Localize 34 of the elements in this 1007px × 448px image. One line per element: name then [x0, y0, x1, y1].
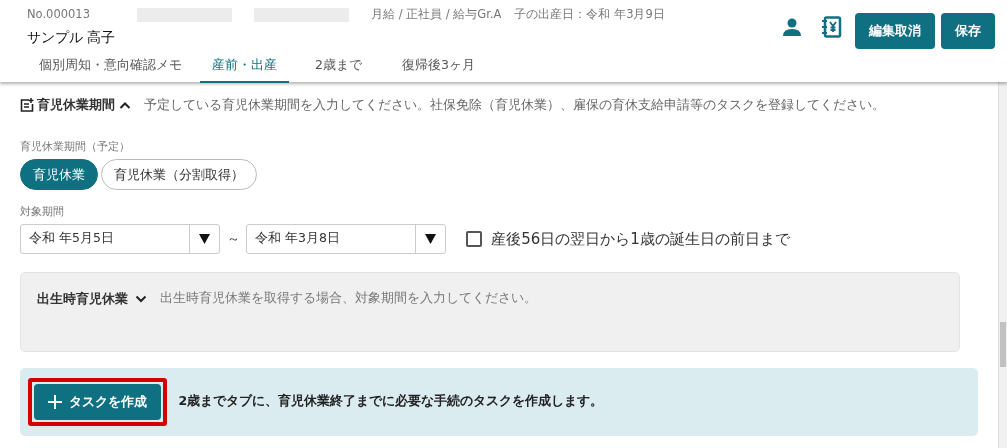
plus-icon — [48, 394, 62, 409]
birth-date: 子の出産日：令和 年3月9日 — [514, 6, 665, 23]
add-note-icon — [20, 98, 34, 112]
checkbox-label: 産後56日の翌日から1歳の誕生日の前日まで — [491, 228, 790, 250]
person-icon[interactable] — [782, 17, 802, 36]
employee-number: No.000013 — [27, 6, 91, 23]
tab[interactable]: 2歳まで — [303, 50, 374, 83]
caret-icon — [199, 233, 210, 244]
section-title: 出生時育児休業 — [37, 289, 128, 308]
chevron-down-icon[interactable] — [134, 294, 147, 303]
header-button[interactable]: 保存 — [941, 12, 995, 49]
field-label: 対象期間 — [20, 204, 65, 220]
tab[interactable]: 復帰後3ヶ月 — [389, 50, 487, 83]
date-select[interactable]: 令和 年5月5日 — [20, 223, 220, 254]
toggle-pill[interactable]: 育児休業（分割取得） — [101, 158, 258, 190]
checkbox[interactable] — [465, 230, 482, 247]
create-task-button[interactable]: タスクを作成 — [34, 384, 161, 420]
scrollbar-thumb — [1000, 322, 1006, 367]
section-description: 出生時育児休業を取得する場合、対象期間を入力してください。 — [159, 289, 537, 308]
caret-icon — [425, 233, 436, 244]
tilde-separator: ～ — [226, 230, 240, 248]
section-title: 育児休業期間 — [37, 96, 116, 115]
header-button[interactable]: 編集取消 — [854, 12, 935, 49]
section-description: 予定している育児休業期間を入力してください。社保免除（育児休業）、雇保の育休支給申請等のタスクを登録してください。 — [143, 95, 885, 114]
field-label: 育児休業期間（予定） — [20, 138, 131, 155]
employment-info: 月給 / 正社員 / 給与Gr.A — [371, 6, 502, 23]
employee-name: サンプル 高子 — [27, 27, 117, 47]
info-message: 2歳までタブに、育児休業終了までに必要な手続のタスクを作成します。 — [178, 392, 604, 411]
yen-notebook-icon[interactable] — [821, 15, 842, 38]
chevron-up-icon[interactable] — [118, 101, 131, 109]
tab[interactable]: 個別周知・意向確認メモ — [27, 50, 194, 83]
toggle-pill[interactable]: 育児休業 — [20, 158, 98, 190]
date-select[interactable]: 令和 年3月8日 — [246, 223, 446, 254]
tab[interactable]: 産前・出産 — [200, 50, 289, 83]
